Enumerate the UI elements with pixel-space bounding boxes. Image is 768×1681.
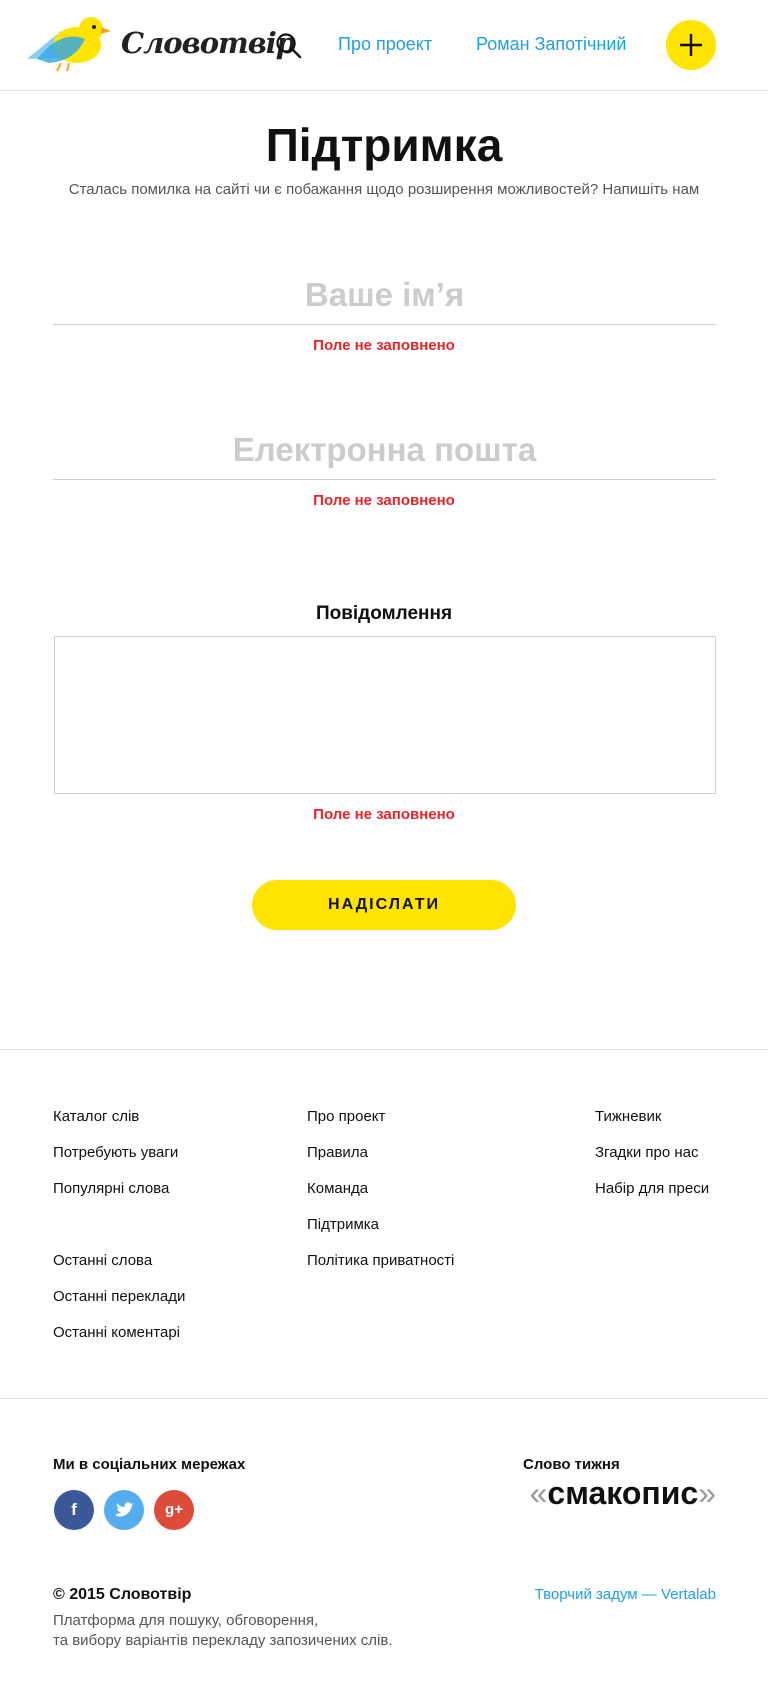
quote-close: »	[698, 1475, 716, 1511]
nav-user-link[interactable]: Роман Запотічний	[476, 34, 626, 55]
site-header: Словотвір Про проект Роман Запотічний	[0, 0, 768, 91]
footer-link[interactable]: Про проект	[307, 1108, 385, 1125]
footer-link[interactable]: Останні переклади	[53, 1288, 185, 1305]
quote-open: «	[529, 1475, 548, 1511]
footer-link[interactable]: Політика приватності	[307, 1252, 454, 1269]
message-textarea[interactable]	[54, 636, 716, 794]
word-of-week: смакопис	[547, 1475, 699, 1511]
logo-wordmark: Словотвір	[121, 26, 296, 60]
search-button[interactable]	[274, 31, 304, 61]
footer-link[interactable]: Згадки про нас	[595, 1144, 699, 1161]
word-of-week-link[interactable]: «смакопис»	[530, 1475, 716, 1512]
twitter-button[interactable]	[104, 1490, 144, 1530]
footer-link[interactable]: Тижневик	[595, 1108, 661, 1125]
footer-link[interactable]: Команда	[307, 1180, 368, 1197]
word-of-week-title: Слово тижня	[523, 1456, 620, 1473]
tagline-line: Платформа для пошуку, обговорення,	[53, 1612, 319, 1629]
footer-link[interactable]: Підтримка	[307, 1216, 379, 1233]
facebook-icon: f	[71, 1500, 77, 1519]
footer-link[interactable]: Потребують уваги	[53, 1144, 178, 1161]
plus-icon	[680, 34, 702, 56]
google-plus-button[interactable]: g+	[154, 1490, 194, 1530]
submit-button[interactable]: НАДІСЛАТИ	[252, 880, 516, 930]
twitter-icon	[116, 1502, 134, 1517]
footer-divider	[0, 1049, 768, 1050]
footer-link[interactable]: Популярні слова	[53, 1180, 169, 1197]
footer-link[interactable]: Набір для преси	[595, 1180, 709, 1197]
copyright: © 2015 Словотвір	[53, 1586, 192, 1603]
search-icon	[276, 33, 302, 59]
page-title: Підтримка	[265, 119, 503, 171]
footer-divider	[0, 1398, 768, 1399]
email-error-message: Поле не заповнено	[313, 492, 455, 509]
message-label: Повідомлення	[315, 603, 453, 624]
footer-link[interactable]: Каталог слів	[53, 1108, 139, 1125]
tagline-line: та вибору варіантів перекладу запозичени…	[53, 1632, 393, 1649]
site-tagline: Платформа для пошуку, обговорення, та ви…	[53, 1611, 393, 1651]
footer-link[interactable]: Останні коментарі	[53, 1324, 180, 1341]
footer-link[interactable]: Правила	[307, 1144, 368, 1161]
site-logo[interactable]: Словотвір	[27, 15, 296, 77]
email-input[interactable]	[53, 420, 716, 480]
facebook-button[interactable]: f	[54, 1490, 94, 1530]
message-error-message: Поле не заповнено	[313, 806, 455, 823]
add-word-button[interactable]	[666, 20, 716, 70]
page-subtitle: Сталась помилка на сайті чи є побажання …	[68, 181, 700, 198]
footer-link[interactable]: Останні слова	[53, 1252, 152, 1269]
google-plus-icon: g+	[165, 1501, 183, 1518]
nav-about-link[interactable]: Про проект	[338, 34, 432, 55]
credit-link[interactable]: Творчий задум — Vertalab	[535, 1586, 716, 1603]
name-error-message: Поле не заповнено	[313, 337, 455, 354]
name-input[interactable]	[53, 265, 716, 325]
social-title: Ми в соціальних мережах	[53, 1456, 246, 1473]
bird-logo-icon	[27, 17, 111, 72]
